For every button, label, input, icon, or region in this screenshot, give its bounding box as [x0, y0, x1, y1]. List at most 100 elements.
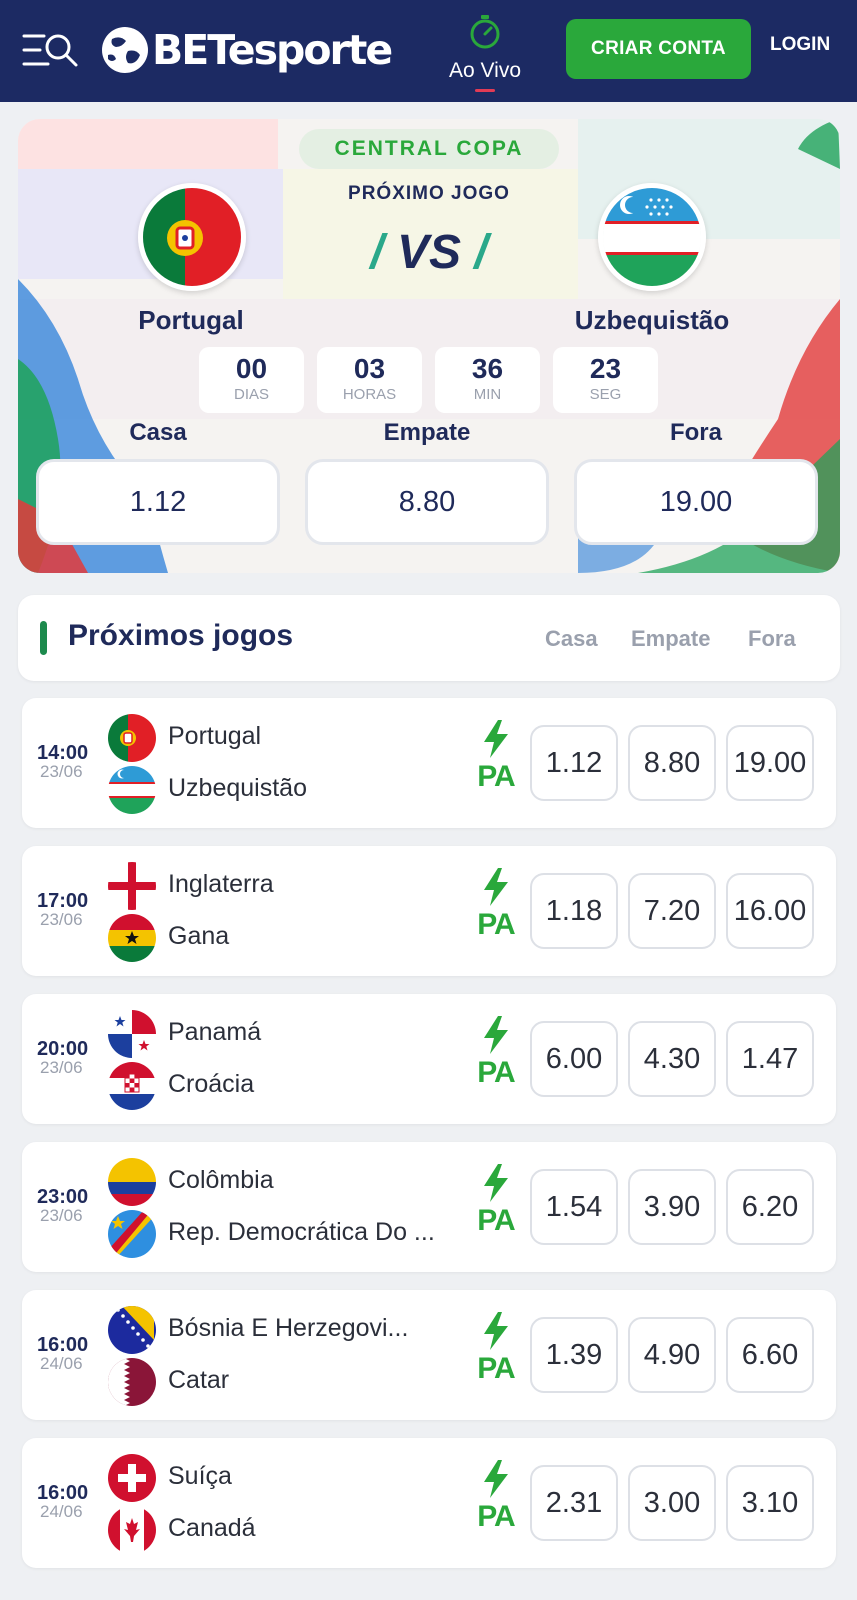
pa-label: PA — [477, 1204, 515, 1237]
countdown-unit: SEG — [589, 386, 622, 403]
odd-label-away: Fora — [669, 419, 722, 446]
colombia-flag-icon — [108, 1158, 156, 1206]
odd-button-away[interactable]: 16.00 — [726, 873, 814, 949]
portugal-flag — [138, 183, 246, 291]
odd-button-draw[interactable]: 7.20 — [628, 873, 716, 949]
pa-boost[interactable]: PA — [476, 868, 516, 942]
home-team: Panamá — [168, 1018, 262, 1046]
match-row[interactable]: 23:00 23/06 Colômbia Rep. Democrática Do ..… — [22, 1142, 836, 1272]
live-label: Ao Vivo — [449, 59, 521, 82]
login-button[interactable]: LOGIN — [770, 34, 830, 56]
column-away: Fora — [748, 626, 796, 651]
switzerland-flag-icon — [108, 1454, 156, 1502]
pa-boost[interactable]: PA — [476, 1164, 516, 1238]
menu-search-icon[interactable] — [22, 30, 80, 70]
odd-button-home[interactable]: 6.00 — [530, 1021, 618, 1097]
portugal-flag-icon — [108, 714, 156, 762]
croatia-flag-icon — [108, 1062, 156, 1110]
odd-button-draw[interactable]: 4.30 — [628, 1021, 716, 1097]
live-indicator — [475, 89, 495, 92]
live-tab[interactable]: Ao Vivo — [440, 14, 530, 94]
odd-button-home[interactable]: 1.18 — [530, 873, 618, 949]
odd-button-draw[interactable]: 8.80 — [628, 725, 716, 801]
england-flag-icon — [108, 862, 156, 910]
away-team: Catar — [168, 1366, 230, 1394]
odd-button-draw[interactable]: 3.00 — [628, 1465, 716, 1541]
countdown-minutes: 36 MIN — [435, 347, 540, 413]
odd-button-home[interactable]: 2.31 — [530, 1465, 618, 1541]
odd-button-away[interactable]: 3.10 — [726, 1465, 814, 1541]
match-date: 23/06 — [40, 762, 83, 781]
match-row[interactable]: 16:00 24/06 Bósnia E Herzegovi... Catar PA … — [22, 1290, 836, 1420]
odd-button-away[interactable]: 1.47 — [726, 1021, 814, 1097]
home-team: Suíça — [168, 1462, 232, 1490]
countdown-value: 00 — [235, 353, 268, 384]
globe-icon — [102, 27, 148, 73]
home-team: Inglaterra — [168, 870, 274, 898]
brand-name: BETesporte — [152, 26, 393, 74]
bosnia-flag-icon — [108, 1306, 156, 1354]
uzbekistan-flag-icon — [108, 766, 156, 814]
countdown-value: 36 — [471, 353, 504, 384]
dr-congo-flag-icon — [108, 1210, 156, 1258]
canada-flag-icon — [108, 1506, 156, 1554]
qatar-flag-icon — [108, 1358, 156, 1406]
column-home: Casa — [545, 626, 598, 651]
match-row[interactable]: 14:00 23/06 Portugal Uzbequistão PA 1.12 8.8… — [22, 698, 836, 828]
countdown-hours: 03 HORAS — [317, 347, 422, 413]
match-date: 23/06 — [40, 910, 83, 929]
odd-button-draw[interactable]: 8.80 — [305, 459, 549, 545]
pa-label: PA — [477, 760, 515, 793]
pa-boost[interactable]: PA — [476, 1312, 516, 1386]
odd-label-draw: Empate — [383, 419, 471, 446]
pa-boost[interactable]: PA — [476, 1460, 516, 1534]
match-date: 24/06 — [40, 1502, 83, 1521]
panama-flag-icon — [108, 1010, 156, 1058]
section-title: Próximos jogos — [68, 619, 294, 652]
odd-button-away[interactable]: 6.20 — [726, 1169, 814, 1245]
lightning-icon — [484, 868, 508, 906]
countdown-unit: MIN — [473, 386, 502, 403]
away-team: Rep. Democrática Do ... — [168, 1218, 435, 1246]
top-header: BETesporte Ao Vivo CRIAR CONTA LOGIN — [0, 0, 857, 102]
match-row[interactable]: 17:00 23/06 Inglaterra Gana PA 1.18 7.20 16.0… — [22, 846, 836, 976]
match-row[interactable]: 16:00 24/06 Suíça Canadá PA 2.31 3.00 3.10 — [22, 1438, 836, 1568]
brand-logo[interactable]: BETesporte — [100, 22, 393, 78]
uzbekistan-flag — [598, 183, 706, 291]
match-date: 24/06 — [40, 1354, 83, 1373]
odd-button-draw[interactable]: 4.90 — [628, 1317, 716, 1393]
lightning-icon — [484, 1312, 508, 1350]
away-team: Gana — [168, 922, 230, 950]
lightning-icon — [484, 1164, 508, 1202]
pa-boost[interactable]: PA — [476, 1016, 516, 1090]
pa-label: PA — [477, 1352, 515, 1385]
home-team: Bósnia E Herzegovi... — [168, 1314, 409, 1342]
column-draw: Empate — [631, 626, 711, 651]
pa-label: PA — [477, 1056, 515, 1089]
odd-button-home[interactable]: 1.39 — [530, 1317, 618, 1393]
pa-label: PA — [477, 1500, 515, 1533]
next-match-label: PRÓXIMO JOGO — [348, 183, 510, 204]
away-team: Uzbequistão — [168, 774, 307, 802]
match-date: 23/06 — [40, 1206, 83, 1225]
ghana-flag-icon — [108, 914, 156, 962]
away-team-name: Uzbequistão — [574, 305, 730, 335]
lightning-icon — [484, 720, 508, 758]
vs-text: VS — [396, 226, 462, 279]
odd-button-away[interactable]: 6.60 — [726, 1317, 814, 1393]
odd-button-home[interactable]: 1.12 — [530, 725, 618, 801]
odd-button-away[interactable]: 19.00 — [726, 725, 814, 801]
create-account-button[interactable]: CRIAR CONTA — [566, 19, 751, 79]
countdown-seconds: 23 SEG — [553, 347, 658, 413]
away-team: Canadá — [168, 1514, 256, 1542]
central-copa-badge: CENTRAL COPA — [299, 129, 559, 169]
match-row[interactable]: 20:00 23/06 Panamá Croácia PA 6.00 4.30 1.47 — [22, 994, 836, 1124]
odd-button-away[interactable]: 19.00 — [574, 459, 818, 545]
lightning-icon — [484, 1016, 508, 1054]
home-team: Colômbia — [168, 1166, 274, 1194]
odd-button-home[interactable]: 1.12 — [36, 459, 280, 545]
pa-boost[interactable]: PA — [476, 720, 516, 794]
odd-button-draw[interactable]: 3.90 — [628, 1169, 716, 1245]
match-date: 23/06 — [40, 1058, 83, 1077]
odd-button-home[interactable]: 1.54 — [530, 1169, 618, 1245]
